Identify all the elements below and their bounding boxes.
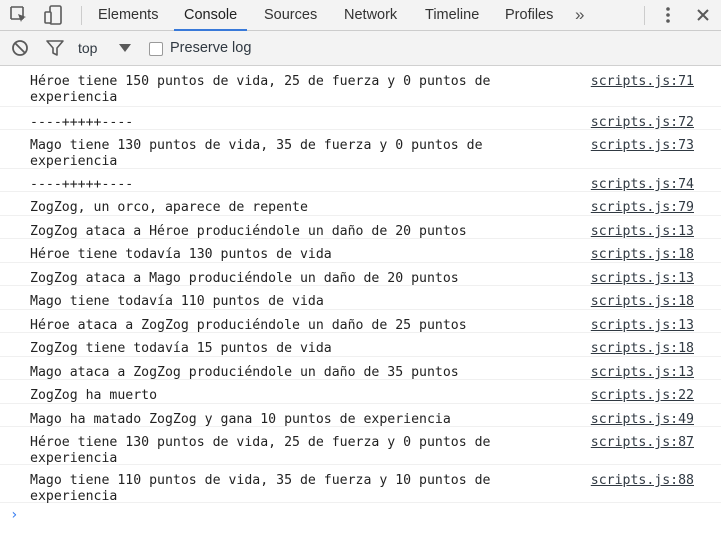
message-text: Héroe ataca a ZogZog produciéndole un da… bbox=[30, 318, 467, 333]
console-message: Mago tiene 130 puntos de vida, 35 de fue… bbox=[0, 130, 721, 169]
tab-network[interactable]: Network bbox=[344, 0, 397, 30]
source-link[interactable]: scripts.js:74 bbox=[591, 177, 694, 193]
clear-console-icon[interactable] bbox=[9, 37, 31, 59]
source-link[interactable]: scripts.js:49 bbox=[591, 412, 694, 428]
execution-context-select[interactable]: top bbox=[78, 40, 97, 56]
source-link[interactable]: scripts.js:71 bbox=[591, 74, 694, 90]
tab-console[interactable]: Console bbox=[173, 0, 248, 31]
console-message: ZogZog tiene todavía 15 puntos de vida s… bbox=[0, 333, 721, 357]
tab-timeline[interactable]: Timeline bbox=[425, 0, 479, 30]
message-text: Héroe tiene 130 puntos de vida, 25 de fu… bbox=[30, 435, 499, 466]
devtools-tab-bar: Elements Console Sources Network Timelin… bbox=[0, 0, 721, 31]
source-link[interactable]: scripts.js:87 bbox=[591, 435, 694, 451]
tab-profiles[interactable]: Profiles bbox=[505, 0, 553, 30]
source-link[interactable]: scripts.js:72 bbox=[591, 115, 694, 131]
device-toolbar-icon[interactable] bbox=[42, 4, 64, 26]
source-link[interactable]: scripts.js:88 bbox=[591, 473, 694, 489]
console-message: ZogZog ataca a Héroe produciéndole un da… bbox=[0, 216, 721, 239]
message-text: Héroe tiene todavía 130 puntos de vida bbox=[30, 247, 332, 262]
tab-sources[interactable]: Sources bbox=[264, 0, 317, 30]
console-message: Héroe tiene 130 puntos de vida, 25 de fu… bbox=[0, 427, 721, 466]
source-link[interactable]: scripts.js:13 bbox=[591, 365, 694, 381]
message-text: Mago ataca a ZogZog produciéndole un dañ… bbox=[30, 365, 459, 380]
console-message: Mago tiene todavía 110 puntos de vida sc… bbox=[0, 286, 721, 310]
preserve-log-checkbox[interactable] bbox=[149, 42, 163, 56]
console-message: ZogZog, un orco, aparece de repente scri… bbox=[0, 192, 721, 216]
source-link[interactable]: scripts.js:13 bbox=[591, 224, 694, 240]
source-link[interactable]: scripts.js:18 bbox=[591, 341, 694, 357]
console-message: ----+++++---- scripts.js:74 bbox=[0, 169, 721, 192]
source-link[interactable]: scripts.js:73 bbox=[591, 138, 694, 154]
console-toolbar: top Preserve log bbox=[0, 31, 721, 66]
inspect-element-icon[interactable] bbox=[8, 4, 30, 26]
message-text: Mago ha matado ZogZog y gana 10 puntos d… bbox=[30, 412, 451, 427]
console-message: ZogZog ataca a Mago produciéndole un dañ… bbox=[0, 263, 721, 286]
console-message: Héroe ataca a ZogZog produciéndole un da… bbox=[0, 310, 721, 333]
console-message: ZogZog ha muerto scripts.js:22 bbox=[0, 380, 721, 404]
preserve-log-label[interactable]: Preserve log bbox=[170, 40, 251, 56]
chevron-down-icon[interactable] bbox=[119, 44, 131, 52]
console-prompt-icon[interactable]: › bbox=[10, 507, 18, 523]
filter-icon[interactable] bbox=[44, 37, 66, 59]
console-message: Héroe tiene todavía 130 puntos de vida s… bbox=[0, 239, 721, 263]
source-link[interactable]: scripts.js:18 bbox=[591, 294, 694, 310]
message-text: ZogZog ataca a Héroe produciéndole un da… bbox=[30, 224, 467, 239]
message-text: ----+++++---- bbox=[30, 177, 134, 192]
source-link[interactable]: scripts.js:13 bbox=[591, 271, 694, 287]
message-text: ZogZog, un orco, aparece de repente bbox=[30, 200, 308, 215]
message-text: ZogZog tiene todavía 15 puntos de vida bbox=[30, 341, 332, 356]
message-text: ----+++++---- bbox=[30, 115, 134, 130]
console-message: Mago ha matado ZogZog y gana 10 puntos d… bbox=[0, 404, 721, 427]
source-link[interactable]: scripts.js:79 bbox=[591, 200, 694, 216]
more-tabs-icon[interactable]: » bbox=[575, 0, 584, 30]
toolbar-divider bbox=[81, 6, 82, 25]
message-text: Héroe tiene 150 puntos de vida, 25 de fu… bbox=[30, 74, 499, 105]
source-link[interactable]: scripts.js:22 bbox=[591, 388, 694, 404]
message-text: ZogZog ha muerto bbox=[30, 388, 158, 403]
console-message: Mago tiene 110 puntos de vida, 35 de fue… bbox=[0, 465, 721, 504]
message-text: Mago tiene 130 puntos de vida, 35 de fue… bbox=[30, 138, 491, 169]
toolbar-divider bbox=[644, 6, 645, 25]
message-text: Mago tiene todavía 110 puntos de vida bbox=[30, 294, 324, 309]
source-link[interactable]: scripts.js:13 bbox=[591, 318, 694, 334]
console-messages: Héroe tiene 150 puntos de vida, 25 de fu… bbox=[0, 66, 721, 504]
message-text: Mago tiene 110 puntos de vida, 35 de fue… bbox=[30, 473, 499, 504]
console-message: Héroe tiene 150 puntos de vida, 25 de fu… bbox=[0, 66, 721, 107]
console-message: Mago ataca a ZogZog produciéndole un dañ… bbox=[0, 357, 721, 380]
close-icon[interactable] bbox=[692, 4, 714, 26]
tab-elements[interactable]: Elements bbox=[98, 0, 158, 30]
source-link[interactable]: scripts.js:18 bbox=[591, 247, 694, 263]
more-options-icon[interactable] bbox=[657, 4, 679, 26]
console-message: ----+++++---- scripts.js:72 bbox=[0, 107, 721, 130]
message-text: ZogZog ataca a Mago produciéndole un dañ… bbox=[30, 271, 459, 286]
